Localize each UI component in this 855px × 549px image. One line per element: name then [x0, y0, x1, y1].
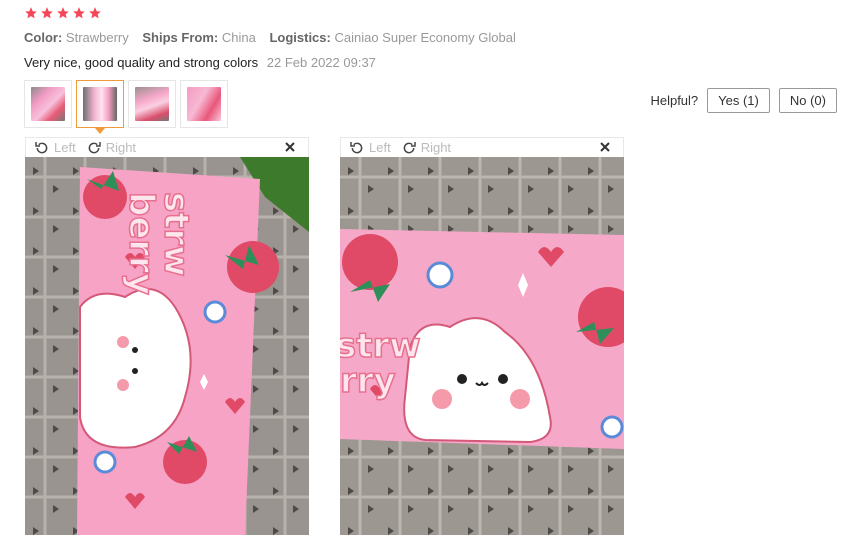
star-icon — [72, 6, 86, 20]
meta-color-label: Color: — [24, 30, 63, 45]
review-thumbnail-active[interactable] — [76, 80, 124, 134]
review-thumbnail[interactable] — [128, 80, 176, 128]
review-thumbnail[interactable] — [24, 80, 72, 128]
thumbnail-image — [135, 87, 169, 121]
rating-stars — [24, 6, 102, 20]
meta-ships-value: China — [221, 30, 256, 45]
rotate-right-label: Right — [420, 140, 452, 155]
order-meta: Color: Strawberry Ships From: China Logi… — [24, 30, 526, 45]
image-viewer: Left Right — [25, 137, 309, 535]
helpful-no-button[interactable]: No (0) — [778, 88, 837, 113]
rotate-right-button[interactable]: Right — [401, 140, 451, 156]
rotate-right-icon — [403, 141, 416, 153]
review-thumbnail[interactable] — [180, 80, 228, 128]
rotate-left-label: Left — [369, 140, 391, 155]
close-icon — [285, 142, 295, 152]
meta-ships: Ships From: China — [142, 30, 255, 45]
viewer-toolbar: Left Right — [340, 137, 624, 157]
thumbnail-image — [31, 87, 65, 121]
helpful-yes-button[interactable]: Yes (1) — [707, 88, 770, 113]
thumbnail-image — [187, 87, 221, 121]
close-button[interactable] — [282, 139, 298, 155]
helpful-question: Helpful? — [650, 93, 699, 108]
rotate-left-button[interactable]: Left — [34, 140, 76, 156]
image-viewer: Left Right — [340, 137, 624, 535]
rotate-left-button[interactable]: Left — [349, 140, 391, 156]
helpful-vote: Helpful? Yes (1) No (0) — [650, 88, 837, 113]
photo-text-line1: strw — [340, 326, 421, 366]
star-icon — [56, 6, 70, 20]
meta-color-value: Strawberry — [65, 30, 129, 45]
close-button[interactable] — [597, 139, 613, 155]
photo-text-line2: berry — [121, 192, 161, 295]
rotate-right-label: Right — [105, 140, 137, 155]
viewer-toolbar: Left Right — [25, 137, 309, 157]
meta-color: Color: Strawberry — [24, 30, 129, 45]
review-photo-large: strw berry — [25, 157, 309, 535]
meta-ships-label: Ships From: — [142, 30, 219, 45]
photo-text-line1: strw — [156, 192, 196, 277]
rotate-right-icon — [88, 141, 101, 153]
photo-text-line2: rry — [340, 361, 396, 401]
review-content: Very nice, good quality and strong color… — [24, 55, 376, 70]
meta-logistics-value: Cainiao Super Economy Global — [334, 30, 516, 45]
rotate-left-icon — [35, 141, 48, 153]
star-icon — [40, 6, 54, 20]
meta-logistics: Logistics: Cainiao Super Economy Global — [269, 30, 515, 45]
review-date: 22 Feb 2022 09:37 — [266, 55, 376, 70]
review-text: Very nice, good quality and strong color… — [24, 55, 259, 70]
meta-logistics-label: Logistics: — [269, 30, 331, 45]
thumbnail-image — [83, 87, 117, 121]
star-icon — [88, 6, 102, 20]
review-thumbnails — [24, 80, 228, 134]
rotate-right-button[interactable]: Right — [86, 140, 136, 156]
star-icon — [24, 6, 38, 20]
rotate-left-icon — [350, 141, 363, 153]
rotate-left-label: Left — [54, 140, 76, 155]
close-icon — [600, 142, 610, 152]
review-photo-large: strw rry — [340, 157, 624, 535]
